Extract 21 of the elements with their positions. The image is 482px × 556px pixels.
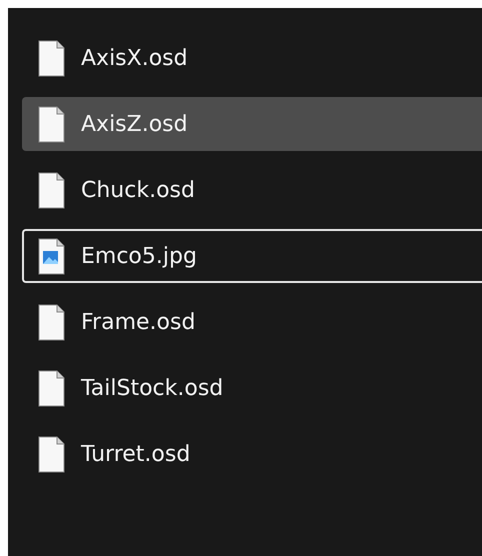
file-icon: [38, 172, 65, 208]
file-icon: [38, 40, 65, 76]
file-icon: [38, 106, 65, 142]
file-item[interactable]: Emco5.jpg: [22, 229, 482, 283]
image-file-icon: [38, 238, 65, 274]
file-icon: [38, 370, 65, 406]
file-name: AxisX.osd: [81, 46, 188, 70]
file-name: TailStock.osd: [81, 376, 224, 400]
file-item[interactable]: Frame.osd: [22, 295, 482, 349]
file-name: AxisZ.osd: [81, 112, 188, 136]
file-name: Frame.osd: [81, 310, 196, 334]
file-item[interactable]: AxisX.osd: [22, 31, 482, 85]
file-name: Turret.osd: [81, 442, 190, 466]
file-item[interactable]: AxisZ.osd: [22, 97, 482, 151]
file-name: Chuck.osd: [81, 178, 195, 202]
file-item[interactable]: Chuck.osd: [22, 163, 482, 217]
file-name: Emco5.jpg: [81, 244, 197, 268]
file-item[interactable]: TailStock.osd: [22, 361, 482, 415]
file-icon: [38, 304, 65, 340]
file-item[interactable]: Turret.osd: [22, 427, 482, 481]
file-icon: [38, 436, 65, 472]
